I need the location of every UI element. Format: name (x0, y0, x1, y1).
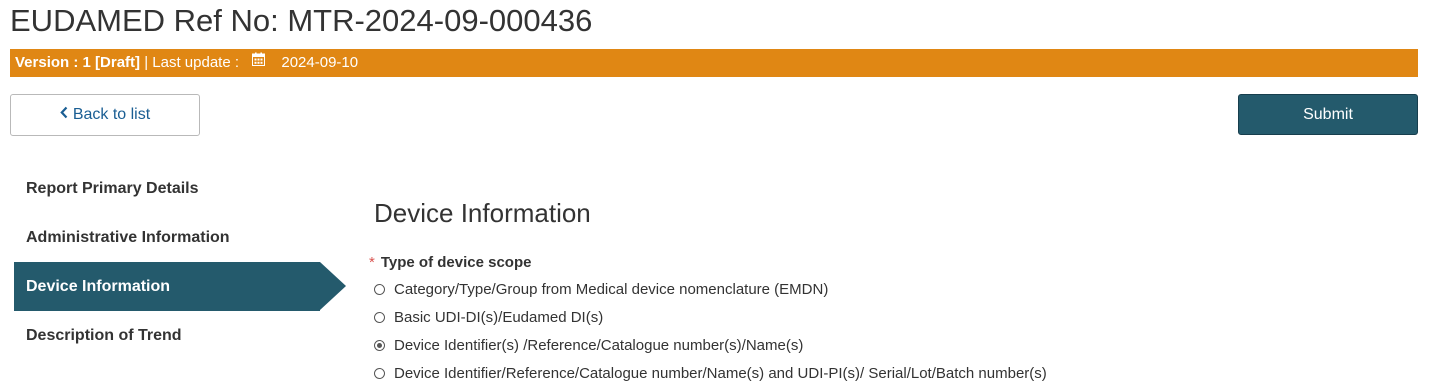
page-title: EUDAMED Ref No: MTR-2024-09-000436 (10, 3, 593, 38)
last-update-date: 2024-09-10 (281, 54, 359, 71)
radio-button[interactable] (374, 283, 385, 295)
radio-option-device-identifier-udi-pi[interactable]: Device Identifier/Reference/Catalogue nu… (374, 359, 1047, 387)
device-scope-radio-group: Category/Type/Group from Medical device … (374, 275, 1047, 387)
radio-button-selected[interactable] (374, 339, 385, 351)
calendar-icon (252, 48, 266, 76)
sidebar-item-administrative-information[interactable]: Administrative Information (14, 213, 336, 262)
back-to-list-label: Back to list (72, 106, 151, 123)
device-scope-label: * Type of device scope (369, 253, 531, 273)
last-update-label: Last update : (152, 54, 240, 71)
device-scope-label-text: Type of device scope (380, 254, 532, 271)
back-to-list-button[interactable]: Back to list (10, 94, 200, 136)
radio-option-label: Device Identifier(s) /Reference/Catalogu… (394, 336, 804, 354)
section-title: Device Information (374, 198, 591, 228)
version-separator: | (144, 54, 149, 71)
sidebar-item-label: Administrative Information (26, 229, 230, 246)
radio-option-emdn[interactable]: Category/Type/Group from Medical device … (374, 275, 1047, 303)
required-marker: * (369, 254, 375, 271)
version-label: Version : 1 [Draft] (15, 54, 141, 71)
sidebar-item-label: Report Primary Details (26, 180, 199, 197)
sidebar-item-description-of-trend[interactable]: Description of Trend (14, 311, 336, 360)
sidebar-item-label: Description of Trend (26, 327, 182, 344)
radio-option-device-identifier[interactable]: Device Identifier(s) /Reference/Catalogu… (374, 331, 1047, 359)
radio-option-label: Device Identifier/Reference/Catalogue nu… (394, 364, 1047, 382)
radio-option-label: Basic UDI-DI(s)/Eudamed DI(s) (394, 308, 604, 326)
sidebar-item-report-primary-details[interactable]: Report Primary Details (14, 164, 336, 213)
version-bar: Version : 1 [Draft] | Last update : 2024… (10, 49, 1418, 77)
submit-button[interactable]: Submit (1238, 94, 1418, 135)
radio-option-label: Category/Type/Group from Medical device … (394, 280, 829, 298)
radio-option-basic-udi-di[interactable]: Basic UDI-DI(s)/Eudamed DI(s) (374, 303, 1047, 331)
chevron-left-icon (60, 106, 68, 124)
sidebar-nav: Report Primary Details Administrative In… (14, 164, 346, 360)
sidebar-item-label: Device Information (26, 278, 171, 295)
radio-button[interactable] (374, 367, 385, 379)
submit-label: Submit (1303, 105, 1353, 123)
radio-button[interactable] (374, 311, 385, 323)
sidebar-item-device-information[interactable]: Device Information (14, 262, 346, 311)
